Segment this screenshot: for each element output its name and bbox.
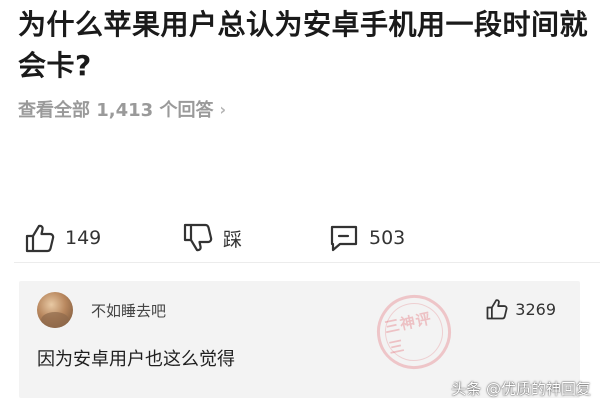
thumbs-up-icon bbox=[25, 224, 55, 253]
hot-comment-stamp: 三神评三 bbox=[370, 288, 458, 376]
comment-icon bbox=[330, 225, 358, 252]
stamp-text: 三神评三 bbox=[379, 297, 449, 367]
comment-author[interactable]: 不如睡去吧 bbox=[91, 300, 166, 321]
view-all-answers-label: 查看全部 1,413 个回答 bbox=[18, 100, 214, 121]
comment-text: 因为安卓用户也这么觉得 bbox=[37, 349, 235, 370]
like-count: 149 bbox=[65, 227, 102, 249]
avatar[interactable] bbox=[37, 292, 73, 328]
comment-button[interactable]: 503 bbox=[328, 218, 405, 258]
thumbs-down-icon bbox=[183, 223, 213, 252]
thumbs-up-icon bbox=[486, 299, 508, 320]
answer-action-bar: 149 踩 503 bbox=[0, 218, 600, 258]
view-all-answers-link[interactable]: 查看全部 1,413 个回答 › bbox=[18, 96, 226, 122]
chevron-right-icon: › bbox=[219, 99, 227, 119]
dislike-label: 踩 bbox=[223, 228, 243, 251]
dislike-button[interactable]: 踩 bbox=[182, 218, 242, 258]
watermark: 头条 @优质的神回复 bbox=[451, 380, 591, 398]
divider bbox=[14, 262, 600, 263]
like-button[interactable]: 149 bbox=[24, 218, 101, 258]
question-title: 为什么苹果用户总认为安卓手机用一段时间就会卡? bbox=[18, 8, 589, 82]
comment-count: 503 bbox=[369, 227, 406, 249]
comment-like-count: 3269 bbox=[515, 299, 556, 319]
comment-like-button[interactable]: 3269 bbox=[485, 298, 556, 320]
